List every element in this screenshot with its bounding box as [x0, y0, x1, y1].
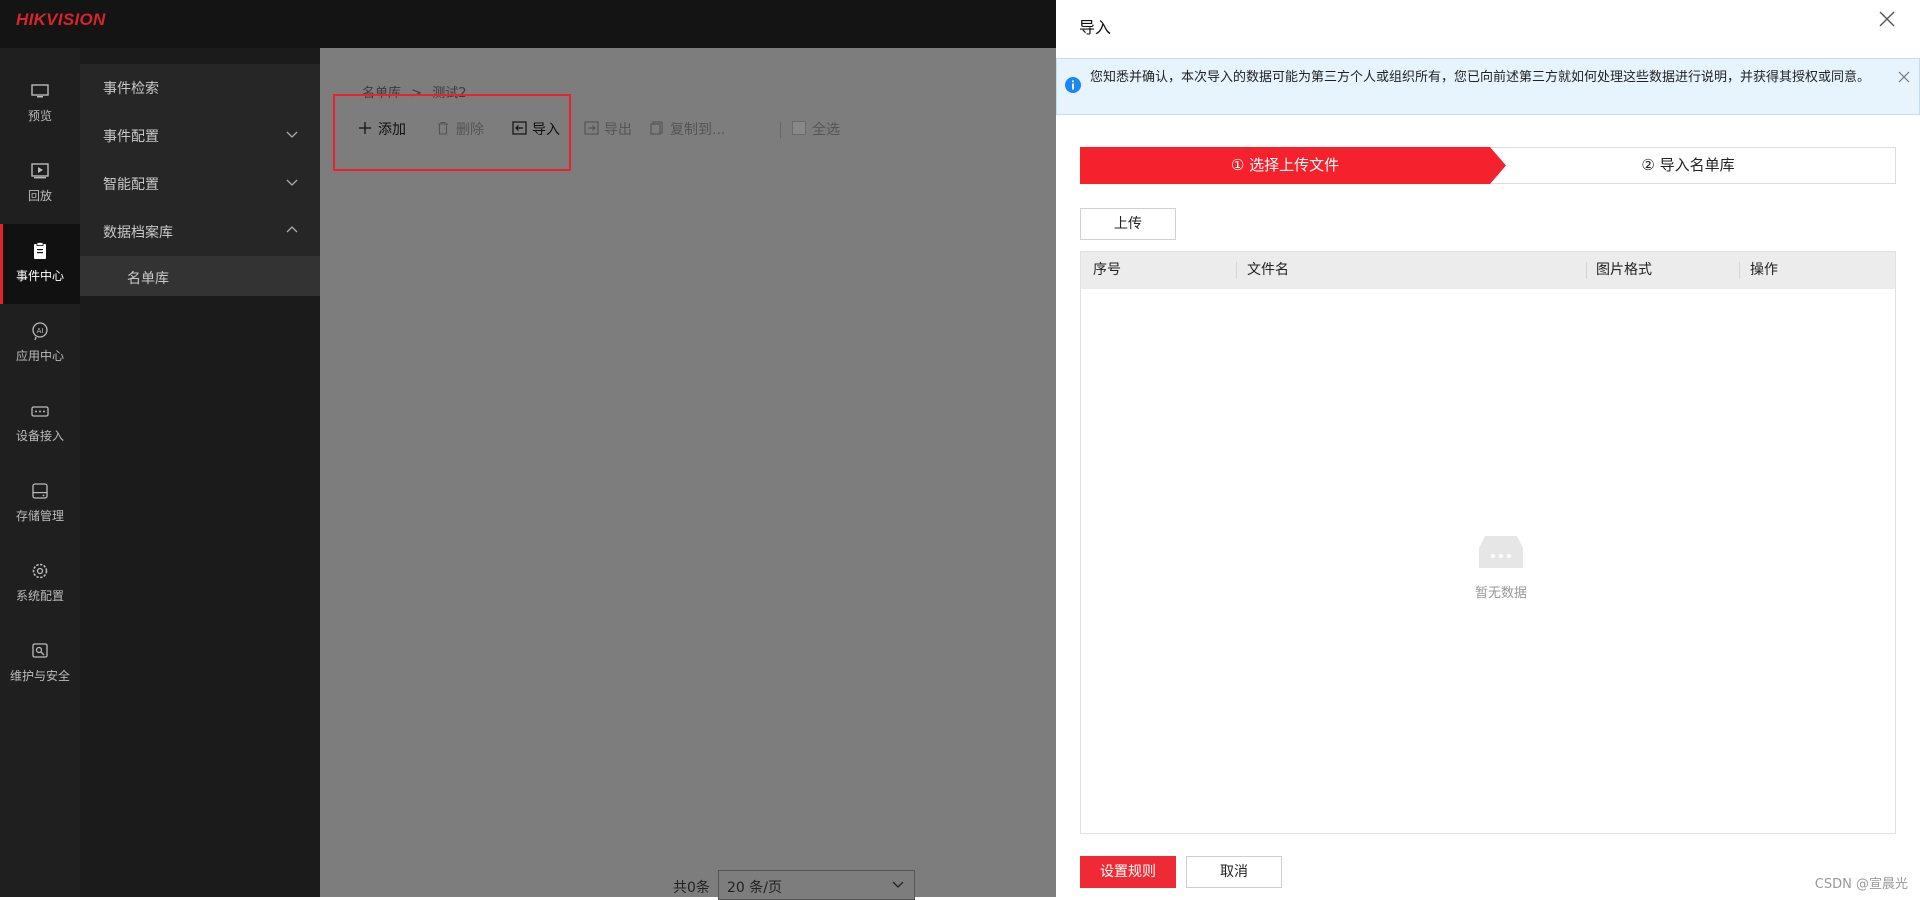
select-all-label: 全选 — [812, 122, 840, 138]
consent-notice: 您知悉并确认，本次导入的数据可能为第三方个人或组织所有，您已向前述第三方就如何处… — [1056, 58, 1920, 115]
nav-item-label: 应用中心 — [15, 349, 64, 363]
nav-item-label: 事件中心 — [15, 269, 64, 283]
main-content: 名单库 > 测试2 添加 删除 导入 导出 复制到... 全选 共0条 20 条… — [320, 48, 1056, 900]
nav-item-playback[interactable]: 回放 — [0, 144, 80, 224]
chevron-down-icon — [892, 881, 904, 888]
sub-nav-item-smart-config[interactable]: 智能配置 — [80, 160, 320, 206]
nav-item-label: 设备接入 — [15, 429, 64, 443]
sub-nav-item-label: 名单库 — [127, 271, 169, 287]
column-header-image-format: 图片格式 — [1596, 262, 1652, 278]
nav-item-label: 维护与安全 — [9, 669, 70, 683]
nav-item-label: 预览 — [27, 109, 52, 123]
nav-item-system-config[interactable]: 系统配置 — [0, 544, 80, 624]
close-icon[interactable] — [1878, 10, 1896, 28]
ai-icon: AI — [32, 322, 48, 341]
clipboard-icon — [34, 242, 46, 259]
watermark: CSDN @宣晨光 — [1814, 877, 1908, 892]
set-rules-button[interactable]: 设置规则 — [1080, 856, 1176, 888]
nav-item-device-access[interactable]: 设备接入 — [0, 384, 80, 464]
upload-button[interactable]: 上传 — [1080, 208, 1176, 240]
playback-icon — [31, 163, 49, 179]
step-select-file: ① 选择上传文件 — [1230, 156, 1340, 174]
column-divider — [1586, 262, 1587, 279]
maintenance-icon — [32, 643, 48, 658]
hikvision-logo: HIKVISION — [16, 10, 106, 29]
sub-nav-panel: 事件检索 事件配置 智能配置 数据档案库 名单库 — [80, 64, 320, 296]
step-indicator: ① 选择上传文件 ② 导入名单库 — [1080, 147, 1896, 184]
copy-to-button[interactable]: 复制到... — [650, 114, 730, 142]
nav-item-event-center[interactable]: 事件中心 — [0, 224, 80, 304]
nav-item-maintenance[interactable]: 维护与安全 — [0, 624, 80, 704]
export-button-label: 导出 — [604, 122, 632, 138]
table-header: 序号 文件名 图片格式 操作 — [1081, 252, 1895, 289]
column-header-filename: 文件名 — [1247, 262, 1289, 278]
sub-nav-item-list-library[interactable]: 名单库 — [80, 256, 320, 296]
sub-nav-item-data-archive[interactable]: 数据档案库 — [80, 208, 320, 254]
column-header-actions: 操作 — [1750, 262, 1778, 278]
svg-text:AI: AI — [37, 327, 44, 335]
chevron-down-icon — [286, 179, 298, 186]
nav-item-preview[interactable]: 预览 — [0, 64, 80, 144]
notice-text: 您知悉并确认，本次导入的数据可能为第三方个人或组织所有，您已向前述第三方就如何处… — [1090, 70, 1871, 85]
nav-item-label: 存储管理 — [15, 509, 64, 523]
device-icon — [31, 406, 49, 417]
total-count: 共0条 — [673, 880, 710, 896]
sub-nav-item-label: 数据档案库 — [103, 225, 173, 241]
sub-nav-item-event-search[interactable]: 事件检索 — [80, 64, 320, 110]
highlight-annotation-box — [333, 94, 571, 171]
sub-nav-item-label: 事件检索 — [103, 81, 159, 97]
empty-state: 暂无数据 — [1461, 532, 1541, 601]
export-icon — [584, 121, 599, 135]
top-bar: HIKVISION — [0, 0, 1056, 48]
select-all-checkbox[interactable]: 全选 — [792, 114, 848, 142]
import-dialog: 导入 您知悉并确认，本次导入的数据可能为第三方个人或组织所有，您已向前述第三方就… — [1056, 0, 1920, 897]
chevron-down-icon — [286, 131, 298, 138]
chevron-up-icon — [286, 226, 298, 233]
storage-icon — [32, 483, 48, 499]
empty-text: 暂无数据 — [1474, 586, 1527, 601]
empty-box-icon — [1479, 536, 1523, 568]
copy-icon — [650, 121, 663, 135]
checkbox-icon — [792, 121, 806, 135]
sub-nav-item-label: 智能配置 — [103, 177, 159, 193]
nav-item-storage[interactable]: 存储管理 — [0, 464, 80, 544]
column-header-index: 序号 — [1093, 262, 1121, 278]
export-button[interactable]: 导出 — [584, 114, 636, 142]
sub-nav-item-label: 事件配置 — [103, 129, 159, 145]
main-nav: 预览 回放 事件中心 AI 应用中心 设备接入 存储管理 系统配置 维护与安全 — [0, 48, 80, 897]
nav-item-app-center[interactable]: AI 应用中心 — [0, 304, 80, 384]
page-size-value: 20 条/页 — [727, 880, 782, 896]
file-table: 序号 文件名 图片格式 操作 暂无数据 — [1080, 251, 1896, 834]
nav-item-label: 系统配置 — [15, 589, 64, 603]
gear-icon — [32, 563, 48, 579]
step-import-list: ② 导入名单库 — [1641, 156, 1735, 174]
monitor-icon — [31, 84, 49, 98]
cancel-button[interactable]: 取消 — [1186, 856, 1282, 888]
sub-nav: 事件检索 事件配置 智能配置 数据档案库 名单库 — [80, 48, 320, 897]
copy-to-button-label: 复制到... — [670, 122, 726, 138]
info-icon — [1065, 77, 1081, 93]
toolbar-divider — [780, 122, 781, 138]
nav-item-label: 回放 — [27, 189, 52, 203]
page-size-select[interactable]: 20 条/页 — [718, 870, 915, 900]
sub-nav-item-event-config[interactable]: 事件配置 — [80, 112, 320, 158]
close-icon[interactable] — [1898, 71, 1910, 83]
column-divider — [1236, 262, 1237, 279]
dialog-title: 导入 — [1079, 18, 1112, 37]
column-divider — [1739, 262, 1740, 279]
